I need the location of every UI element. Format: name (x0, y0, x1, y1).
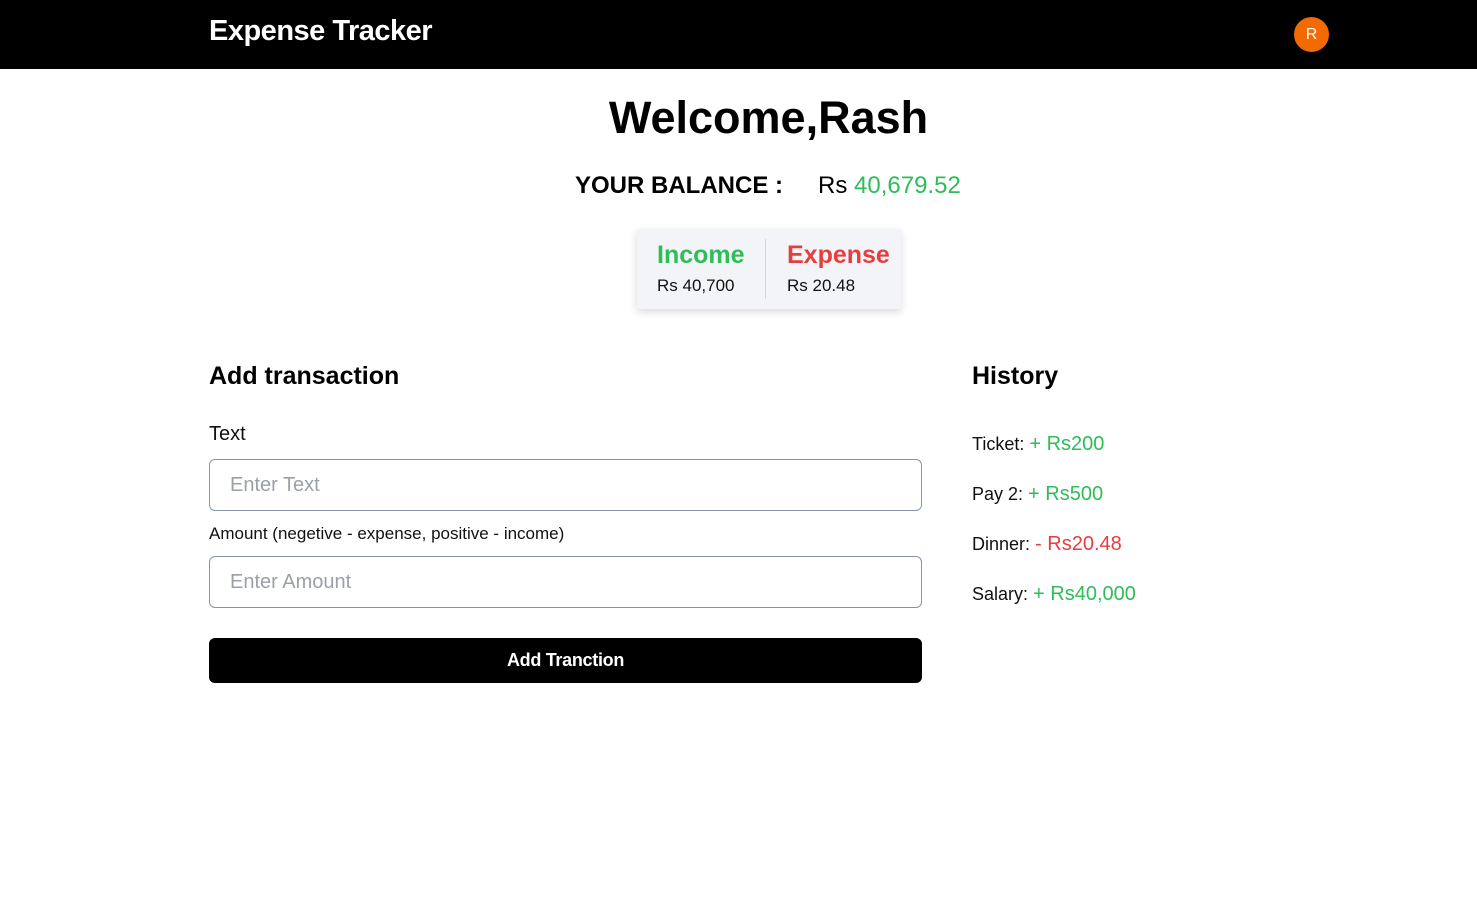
income-label: Income (657, 241, 745, 269)
history-item-name: Pay 2: (972, 484, 1024, 504)
income-amount: Rs 40,700 (657, 276, 735, 295)
balance-currency: Rs (818, 172, 848, 199)
income-expense-card: Income Rs 40,700 Expense Rs 20.48 (637, 229, 901, 309)
text-input[interactable] (209, 459, 922, 511)
balance-label: YOUR BALANCE : (575, 172, 783, 199)
income-summary: Income Rs 40,700 (657, 241, 745, 296)
expense-label: Expense (787, 241, 890, 269)
history-item-amount: + Rs200 (1029, 433, 1105, 455)
amount-field-label: Amount (negetive - expense, positive - i… (209, 524, 565, 543)
history-item-amount: + Rs500 (1028, 483, 1104, 505)
history-item-name: Dinner: (972, 534, 1031, 554)
history-item-amount: - Rs20.48 (1035, 533, 1122, 555)
add-transaction-title: Add transaction (209, 362, 400, 390)
app-title[interactable]: Expense Tracker (209, 15, 433, 48)
add-transaction-button[interactable]: Add Tranction (209, 638, 922, 683)
expense-summary: Expense Rs 20.48 (787, 241, 890, 296)
balance-value: Rs 40,679.52 (818, 172, 961, 200)
history-item: Dinner: - Rs20.48 (972, 533, 1122, 556)
navbar: Expense Tracker R (0, 0, 1477, 69)
balance-amount: 40,679.52 (854, 172, 961, 199)
history-item-amount: + Rs40,000 (1033, 583, 1136, 605)
amount-input[interactable] (209, 556, 922, 608)
history-title: History (972, 362, 1059, 390)
history-item: Ticket: + Rs200 (972, 433, 1104, 456)
text-field-label: Text (209, 423, 246, 445)
user-avatar[interactable]: R (1294, 17, 1329, 52)
welcome-heading: Welcome,Rash (608, 92, 929, 143)
history-item: Salary: + Rs40,000 (972, 583, 1136, 606)
history-item: Pay 2: + Rs500 (972, 483, 1103, 506)
summary-divider (765, 239, 766, 299)
history-item-name: Ticket: (972, 434, 1025, 454)
expense-amount: Rs 20.48 (787, 276, 856, 295)
history-item-name: Salary: (972, 584, 1029, 604)
